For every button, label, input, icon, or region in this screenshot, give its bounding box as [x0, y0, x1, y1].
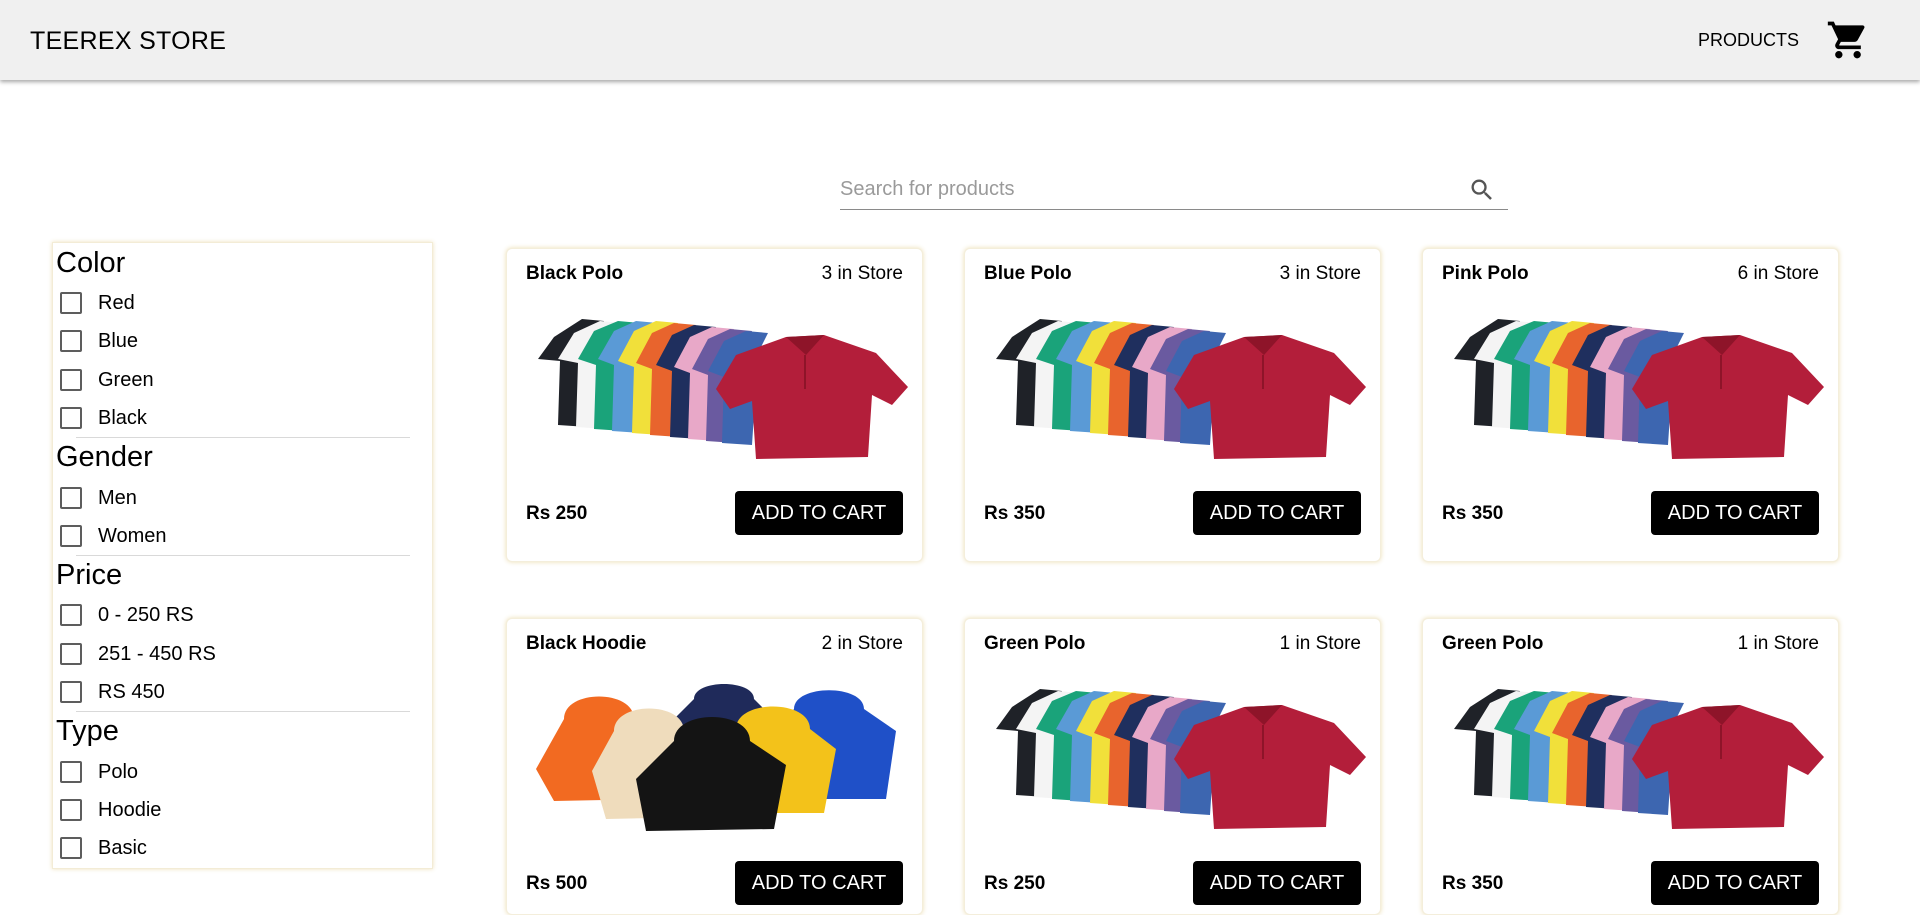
filter-label: Hoodie — [98, 798, 162, 821]
product-image — [1453, 688, 1824, 830]
product-name: Pink Polo — [1442, 263, 1529, 284]
filter-divider — [76, 555, 410, 556]
filter-label: 251 - 450 RS — [98, 642, 216, 665]
product-price: Rs 350 — [1442, 873, 1504, 894]
app-header: TEEREX STORE PRODUCTS — [0, 0, 1920, 80]
product-stock: 1 in Store — [1279, 633, 1361, 654]
product-stock: 1 in Store — [1737, 633, 1819, 654]
products-nav-link[interactable]: PRODUCTS — [1698, 30, 1799, 51]
add-to-cart-button[interactable]: ADD TO CART — [735, 861, 903, 905]
filter-type-basic[interactable]: Basic — [57, 833, 147, 863]
product-name: Green Polo — [1442, 633, 1544, 654]
checkbox[interactable] — [60, 799, 82, 821]
product-image — [536, 684, 896, 831]
product-image — [995, 688, 1366, 830]
add-to-cart-button[interactable]: ADD TO CART — [1651, 491, 1819, 535]
filter-title-price: Price — [56, 559, 123, 591]
add-to-cart-button[interactable]: ADD TO CART — [1651, 861, 1819, 905]
add-to-cart-button[interactable]: ADD TO CART — [1193, 861, 1361, 905]
checkbox[interactable] — [60, 292, 82, 314]
filter-title-type: Type — [56, 715, 119, 747]
filter-label: Green — [98, 368, 154, 391]
add-to-cart-button[interactable]: ADD TO CART — [1193, 491, 1361, 535]
search-bar — [840, 172, 1508, 210]
shopping-cart-icon[interactable] — [1826, 18, 1870, 62]
product-price: Rs 350 — [1442, 503, 1504, 524]
filter-label: Black — [98, 406, 147, 429]
product-card: Black Hoodie 2 in Store Rs 500 ADD TO CA… — [506, 618, 923, 915]
filter-type-polo[interactable]: Polo — [57, 757, 138, 787]
filter-panel: Color Red Blue Green Black Gender Men Wo… — [52, 242, 433, 869]
filter-color-red[interactable]: Red — [57, 288, 135, 318]
product-stock: 3 in Store — [1279, 263, 1361, 284]
checkbox[interactable] — [60, 643, 82, 665]
checkbox[interactable] — [60, 487, 82, 509]
product-card: Pink Polo 6 in Store Rs 350 ADD TO CART — [1422, 248, 1839, 562]
filter-gender-women[interactable]: Women — [57, 521, 167, 551]
filter-title-gender: Gender — [56, 441, 153, 473]
product-stock: 3 in Store — [821, 263, 903, 284]
product-price: Rs 250 — [526, 503, 588, 524]
product-name: Black Hoodie — [526, 633, 647, 654]
product-image — [995, 318, 1366, 460]
product-price: Rs 350 — [984, 503, 1046, 524]
filter-divider — [76, 437, 410, 438]
store-brand[interactable]: TEEREX STORE — [30, 27, 226, 56]
filter-title-color: Color — [56, 247, 126, 279]
product-image — [537, 318, 908, 460]
filter-label: Men — [98, 486, 137, 509]
filter-label: 0 - 250 RS — [98, 603, 194, 626]
filter-color-black[interactable]: Black — [57, 403, 147, 433]
product-card: Black Polo 3 in Store Rs 250 ADD TO CART — [506, 248, 923, 562]
filter-label: Basic — [98, 836, 147, 859]
product-price: Rs 500 — [526, 873, 588, 894]
checkbox[interactable] — [60, 604, 82, 626]
filter-label: Women — [98, 524, 167, 547]
filter-label: Blue — [98, 329, 139, 352]
checkbox[interactable] — [60, 407, 82, 429]
checkbox[interactable] — [60, 369, 82, 391]
checkbox[interactable] — [60, 837, 82, 859]
product-image — [1453, 318, 1824, 460]
add-to-cart-button[interactable]: ADD TO CART — [735, 491, 903, 535]
filter-label: Red — [98, 291, 135, 314]
checkbox[interactable] — [60, 681, 82, 703]
filter-type-hoodie[interactable]: Hoodie — [57, 795, 161, 825]
filter-color-green[interactable]: Green — [57, 365, 154, 395]
filter-label: Polo — [98, 760, 139, 783]
product-card: Green Polo 1 in Store Rs 350 ADD TO CART — [1422, 618, 1839, 915]
product-stock: 6 in Store — [1737, 263, 1819, 284]
product-name: Green Polo — [984, 633, 1086, 654]
filter-price-450[interactable]: RS 450 — [57, 677, 165, 707]
product-name: Black Polo — [526, 263, 624, 284]
filter-price-251-450[interactable]: 251 - 450 RS — [57, 639, 216, 669]
search-icon[interactable] — [1468, 176, 1496, 204]
product-stock: 2 in Store — [821, 633, 903, 654]
product-price: Rs 250 — [984, 873, 1046, 894]
product-card: Blue Polo 3 in Store Rs 350 ADD TO CART — [964, 248, 1381, 562]
product-card: Green Polo 1 in Store Rs 250 ADD TO CART — [964, 618, 1381, 915]
filter-price-0-250[interactable]: 0 - 250 RS — [57, 600, 194, 630]
checkbox[interactable] — [60, 330, 82, 352]
filter-color-blue[interactable]: Blue — [57, 326, 138, 356]
filter-divider — [76, 711, 410, 712]
filter-label: RS 450 — [98, 680, 165, 703]
search-input[interactable] — [840, 172, 1450, 206]
product-name: Blue Polo — [984, 263, 1072, 284]
filter-gender-men[interactable]: Men — [57, 483, 137, 513]
checkbox[interactable] — [60, 525, 82, 547]
checkbox[interactable] — [60, 761, 82, 783]
